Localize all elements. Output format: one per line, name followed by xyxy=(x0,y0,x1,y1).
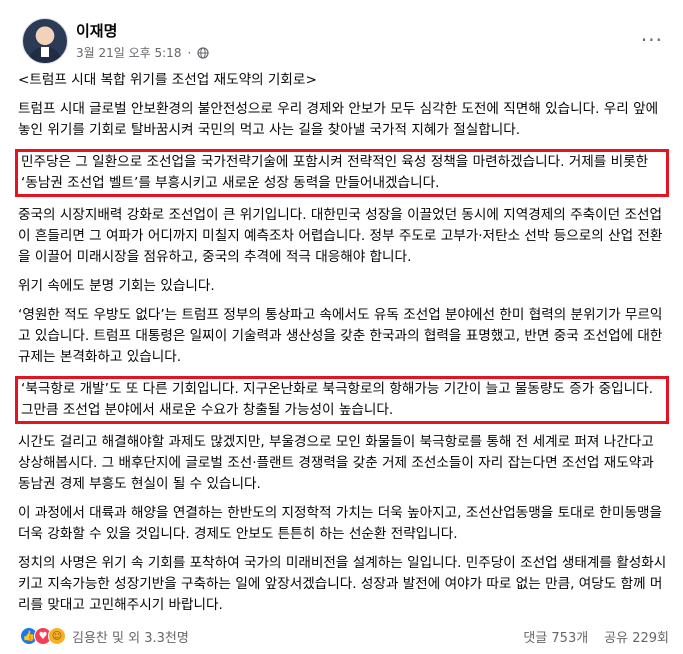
reactions-text: 김용찬 및 외 3.3천명 xyxy=(72,630,189,646)
more-options-button[interactable]: ··· xyxy=(641,28,663,52)
paragraph-2-highlighted: 민주당은 그 일환으로 조선업을 국가전략기술에 포함시켜 전략적인 육성 정책… xyxy=(15,149,669,197)
post-timestamp[interactable]: 3월 21일 오후 5:18 xyxy=(76,44,181,61)
avatar[interactable] xyxy=(22,18,68,64)
paragraph-5: ‘영원한 적도 우방도 없다’는 트럼프 정부의 통상파고 속에서도 유독 조선… xyxy=(18,307,663,365)
facebook-post: 이재명 3월 21일 오후 5:18 · ··· <트럼프 시대 복합 위기를 … xyxy=(0,0,683,654)
paragraph-6-highlighted: ‘북극항로 개발’도 또 다른 기회입니다. 지구온난화로 북극항로의 항해가능… xyxy=(15,376,669,424)
post-body: <트럼프 시대 복합 위기를 조선업 재도약의 기회로> 트럼프 시대 글로벌 … xyxy=(15,70,669,624)
globe-icon xyxy=(197,46,209,59)
shares-count[interactable]: 공유 229회 xyxy=(604,627,669,646)
author-name[interactable]: 이재명 xyxy=(76,20,117,41)
paragraph-1: 트럼프 시대 글로벌 안보환경의 불안전성으로 우리 경제와 안보가 모두 심각… xyxy=(18,101,659,138)
post-title: <트럼프 시대 복합 위기를 조선업 재도약의 기회로> xyxy=(18,72,317,88)
post-meta: 3월 21일 오후 5:18 · xyxy=(76,44,209,61)
paragraph-8: 이 과정에서 대륙과 해양을 연결하는 한반도의 지정학적 가치는 더욱 높아지… xyxy=(18,505,662,542)
paragraph-9: 정치의 사명은 위기 속 기회를 포착하여 국가의 미래비전을 설계하는 일입니… xyxy=(18,555,667,613)
avatar-collar xyxy=(41,47,49,57)
engagement-counts: 댓글 753개 공유 229회 xyxy=(523,627,669,646)
paragraph-3: 중국의 시장지배력 강화로 조선업이 큰 위기입니다. 대한민국 성장을 이끌었… xyxy=(18,207,663,265)
reactions-summary[interactable]: 👍 ♥ ☺ 김용찬 및 외 3.3천명 xyxy=(20,627,189,646)
post-footer: 👍 ♥ ☺ 김용찬 및 외 3.3천명 댓글 753개 공유 229회 xyxy=(20,624,669,648)
paragraph-7: 시간도 걸리고 해결해야할 과제도 많겠지만, 부울경으로 모인 화물들이 북극… xyxy=(18,434,654,492)
comments-count[interactable]: 댓글 753개 xyxy=(523,627,588,646)
meta-separator: · xyxy=(187,45,192,60)
post-header: 이재명 3월 21일 오후 5:18 · ··· xyxy=(22,18,669,64)
paragraph-4: 위기 속에도 분명 기회는 있습니다. xyxy=(18,278,215,294)
care-icon: ☺ xyxy=(48,627,66,645)
